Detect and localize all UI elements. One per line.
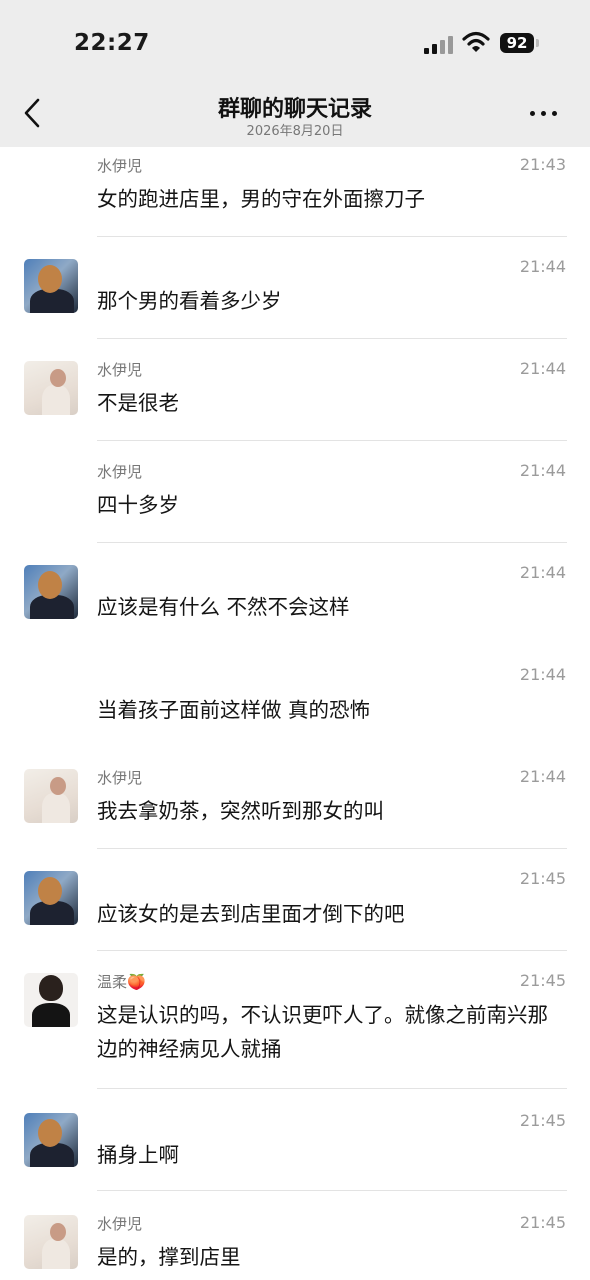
message-item[interactable]: 水伊児 21:45 是的，撑到店里 bbox=[0, 1205, 590, 1280]
message-time: 21:44 bbox=[519, 665, 566, 684]
message-sender: 水伊児 bbox=[97, 157, 143, 175]
top-bar: 22:27 92 群聊的聊天记录 2026年8月20日 bbox=[0, 0, 590, 147]
cellular-signal-icon bbox=[424, 34, 454, 54]
avatar[interactable] bbox=[24, 1113, 78, 1167]
message-time: 21:44 bbox=[519, 563, 566, 582]
avatar[interactable] bbox=[24, 769, 78, 823]
dot bbox=[552, 111, 557, 116]
message-item[interactable]: 温柔🍑 21:45 这是认识的吗，不认识更吓人了。就像之前南兴那边的神经病见人就… bbox=[0, 963, 590, 1089]
message-text: 四十多岁 bbox=[97, 493, 179, 517]
message-list[interactable]: 水伊児 21:43 女的跑进店里，男的守在外面擦刀子 21:44 那个男的看着多… bbox=[0, 147, 590, 1280]
message-sender: 水伊児 bbox=[97, 769, 143, 787]
message-time: 21:45 bbox=[519, 869, 566, 888]
message-item[interactable]: 21:44 应该是有什么 不然不会这样 bbox=[0, 555, 590, 645]
message-text: 这是认识的吗，不认识更吓人了。就像之前南兴那边的神经病见人就捅 bbox=[97, 1003, 548, 1061]
divider bbox=[97, 236, 567, 237]
message-item[interactable]: 水伊児 21:44 四十多岁 bbox=[0, 453, 590, 543]
divider bbox=[97, 1088, 567, 1089]
message-text: 那个男的看着多少岁 bbox=[97, 289, 282, 313]
avatar[interactable] bbox=[24, 1215, 78, 1269]
message-time: 21:44 bbox=[519, 359, 566, 378]
message-item[interactable]: 水伊児 21:43 女的跑进店里，男的守在外面擦刀子 bbox=[0, 147, 590, 237]
dot bbox=[530, 111, 535, 116]
avatar[interactable] bbox=[24, 259, 78, 313]
divider bbox=[97, 848, 567, 849]
avatar[interactable] bbox=[24, 361, 78, 415]
divider bbox=[97, 542, 567, 543]
message-time: 21:44 bbox=[519, 257, 566, 276]
message-text: 应该女的是去到店里面才倒下的吧 bbox=[97, 902, 405, 926]
dot bbox=[541, 111, 546, 116]
message-item[interactable]: 水伊児 21:44 我去拿奶茶，突然听到那女的叫 bbox=[0, 759, 590, 849]
message-sender: 水伊児 bbox=[97, 1215, 143, 1233]
message-time: 21:45 bbox=[519, 1111, 566, 1130]
message-sender: 温柔🍑 bbox=[97, 973, 146, 991]
page-subtitle: 2026年8月20日 bbox=[246, 124, 344, 139]
message-sender: 水伊児 bbox=[97, 463, 143, 481]
divider bbox=[97, 1190, 567, 1191]
more-options-button[interactable] bbox=[530, 103, 566, 123]
message-text: 不是很老 bbox=[97, 391, 179, 415]
battery-icon: 92 bbox=[500, 33, 534, 53]
battery-cap bbox=[536, 39, 539, 47]
divider bbox=[97, 950, 567, 951]
message-item[interactable]: 21:44 那个男的看着多少岁 bbox=[0, 249, 590, 339]
message-time: 21:45 bbox=[519, 1213, 566, 1232]
avatar[interactable] bbox=[24, 565, 78, 619]
page-title: 群聊的聊天记录 bbox=[217, 97, 372, 122]
message-time: 21:44 bbox=[519, 461, 566, 480]
message-time: 21:44 bbox=[519, 767, 566, 786]
message-item[interactable]: 21:45 应该女的是去到店里面才倒下的吧 bbox=[0, 861, 590, 951]
status-time: 22:27 bbox=[74, 30, 150, 56]
message-text: 女的跑进店里，男的守在外面擦刀子 bbox=[97, 187, 425, 211]
message-text: 我去拿奶茶，突然听到那女的叫 bbox=[97, 799, 384, 823]
message-text: 捅身上啊 bbox=[97, 1143, 179, 1167]
message-time: 21:43 bbox=[519, 155, 566, 174]
message-time: 21:45 bbox=[519, 971, 566, 990]
message-item[interactable]: 21:45 捅身上啊 bbox=[0, 1103, 590, 1193]
divider bbox=[97, 440, 567, 441]
message-text: 是的，撑到店里 bbox=[97, 1245, 241, 1269]
avatar[interactable] bbox=[24, 871, 78, 925]
divider bbox=[97, 338, 567, 339]
message-sender: 水伊児 bbox=[97, 361, 143, 379]
wifi-icon bbox=[462, 30, 490, 54]
message-text: 应该是有什么 不然不会这样 bbox=[97, 595, 350, 619]
message-text: 当着孩子面前这样做 真的恐怖 bbox=[97, 698, 371, 722]
avatar[interactable] bbox=[24, 973, 78, 1027]
message-item[interactable]: 水伊児 21:44 不是很老 bbox=[0, 351, 590, 441]
message-item[interactable]: 21:44 当着孩子面前这样做 真的恐怖 bbox=[0, 657, 590, 747]
